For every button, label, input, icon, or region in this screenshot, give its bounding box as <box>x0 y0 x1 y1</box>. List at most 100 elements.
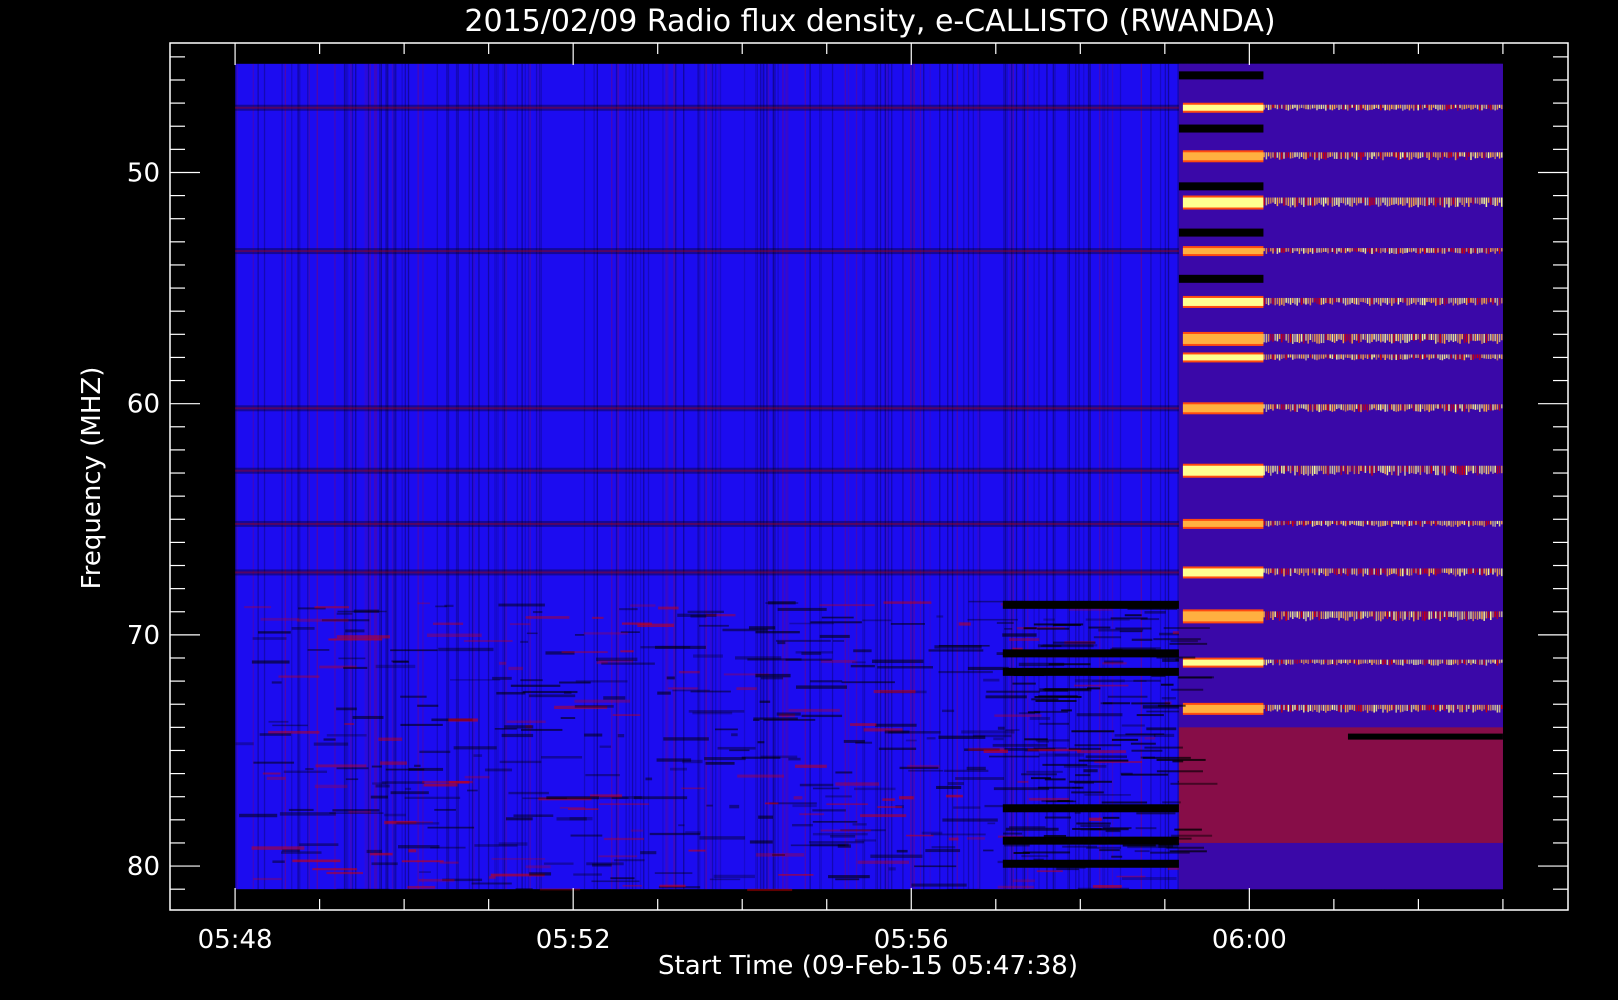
noise-patch <box>681 787 705 790</box>
band-streak <box>1344 248 1347 254</box>
band-streak <box>1375 104 1378 108</box>
noise-patch <box>911 883 967 887</box>
band-streak <box>1393 248 1395 254</box>
band-streak <box>1278 465 1281 472</box>
band-streak <box>1393 152 1395 157</box>
band-streak <box>1393 404 1395 412</box>
band-streak <box>1373 568 1375 575</box>
noise-streak <box>257 63 259 890</box>
band-streak <box>1450 152 1452 158</box>
band-streak <box>1364 104 1367 111</box>
band-streak <box>1481 520 1483 526</box>
band-streak <box>1421 704 1424 711</box>
band-streak <box>1298 659 1301 664</box>
band-streak <box>1298 404 1301 409</box>
noise-patch <box>1099 849 1120 852</box>
noise-patch <box>967 666 1009 671</box>
band-streak <box>1470 465 1472 471</box>
band-streak <box>1283 152 1285 159</box>
band-streak <box>1371 704 1373 712</box>
band-streak <box>1463 611 1466 620</box>
noise-streak <box>1015 63 1018 890</box>
band-streak <box>1492 611 1494 618</box>
band-streak <box>1487 104 1490 109</box>
noise-patch <box>1153 638 1201 641</box>
noise-patch <box>669 767 687 771</box>
band-streak <box>1479 404 1481 412</box>
band-streak <box>1468 354 1470 358</box>
band-streak <box>1285 104 1287 111</box>
band-streak <box>1336 297 1338 303</box>
noise-patch <box>1038 786 1084 789</box>
band-streak <box>1413 465 1415 474</box>
noise-patch <box>1048 663 1091 666</box>
noise-patch <box>272 724 308 727</box>
band-streak <box>1424 611 1426 621</box>
noise-streak <box>625 63 627 890</box>
band-streak <box>1292 248 1294 253</box>
band-streak <box>1351 704 1353 710</box>
noise-patch <box>1170 640 1198 643</box>
band-streak <box>1386 333 1389 341</box>
band-streak <box>1457 354 1459 360</box>
band-streak <box>1496 197 1499 206</box>
band-streak <box>1364 197 1367 206</box>
noise-patch <box>931 846 956 849</box>
noise-patch <box>1093 636 1122 639</box>
band-streak <box>1406 611 1408 617</box>
band-streak <box>1349 104 1351 109</box>
band-streak <box>1283 704 1285 711</box>
band-streak <box>1270 568 1272 573</box>
noise-streak <box>1006 63 1008 890</box>
band-streak <box>1327 197 1329 206</box>
band-streak <box>1461 465 1463 475</box>
band-streak <box>1476 297 1479 305</box>
noise-patch <box>741 756 781 759</box>
band-streak <box>1428 404 1430 413</box>
bright-band <box>1182 297 1264 306</box>
noise-patch <box>1042 688 1089 691</box>
noise-patch <box>936 785 962 790</box>
band-streak <box>1287 404 1290 409</box>
band-streak <box>1386 704 1389 713</box>
band-streak <box>1362 568 1364 577</box>
band-streak <box>1430 568 1433 574</box>
band-streak <box>1454 152 1457 161</box>
noise-patch <box>1078 759 1129 762</box>
noise-patch <box>614 859 645 862</box>
band-streak <box>1287 354 1290 358</box>
band-streak <box>1360 197 1362 204</box>
band-streak <box>1472 248 1474 253</box>
band-streak <box>1417 197 1419 208</box>
band-streak <box>1454 248 1457 253</box>
noise-patch <box>812 787 840 790</box>
noise-streak <box>527 63 530 890</box>
band-streak <box>1492 197 1494 205</box>
band-streak <box>1393 354 1395 359</box>
noise-streak <box>495 63 498 890</box>
band-streak <box>1333 248 1336 254</box>
band-streak <box>1289 520 1292 525</box>
band-streak <box>1333 704 1336 711</box>
band-streak <box>1270 333 1272 341</box>
noise-patch <box>426 633 482 638</box>
band-streak <box>1303 568 1305 577</box>
noise-patch <box>688 849 706 852</box>
band-streak <box>1388 333 1391 342</box>
band-streak <box>1267 404 1270 410</box>
band-streak <box>1435 611 1437 619</box>
band-streak <box>1419 197 1422 205</box>
band-streak <box>1377 354 1380 358</box>
band-streak <box>1386 248 1389 252</box>
band-streak <box>1432 197 1435 206</box>
band-streak <box>1472 354 1474 360</box>
band-streak <box>1265 104 1268 108</box>
band-streak <box>1349 704 1351 710</box>
band-streak <box>1468 465 1470 472</box>
noise-patch <box>385 768 425 771</box>
noise-patch <box>1075 774 1091 777</box>
noise-streak <box>1167 63 1170 890</box>
band-streak <box>1386 152 1389 157</box>
band-streak <box>1333 197 1336 206</box>
noise-patch <box>1026 770 1063 773</box>
